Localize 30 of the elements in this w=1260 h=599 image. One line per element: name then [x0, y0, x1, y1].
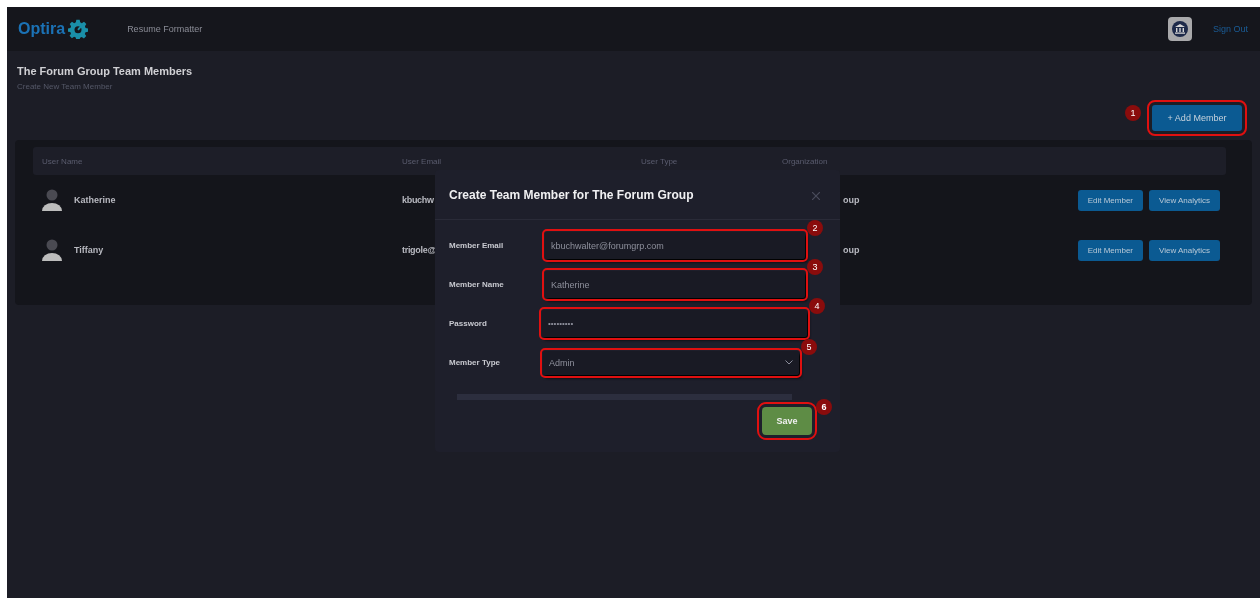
gear-icon	[67, 19, 90, 39]
action-button[interactable]: View Analytics	[1149, 239, 1220, 261]
field-label: Member Type	[449, 358, 501, 367]
action-button[interactable]: Edit Member	[1077, 239, 1143, 261]
action-button[interactable]: Edit Member	[1077, 189, 1143, 211]
account-icon[interactable]	[1167, 17, 1192, 41]
callout-number: 6	[816, 399, 832, 415]
table-cell: kbuchw	[402, 195, 434, 205]
user-avatar-icon	[42, 239, 62, 261]
user-avatar-icon	[42, 189, 62, 211]
column-header: Organization	[782, 156, 828, 166]
callout-number: 2	[807, 220, 823, 236]
table-cell: oup	[843, 245, 860, 255]
dialog-title: Create Team Member for The Forum Group	[449, 187, 694, 202]
page-title: The Forum Group Team Members	[16, 64, 194, 77]
field-label: Password	[449, 319, 488, 328]
table-cell: Tiffany	[74, 245, 104, 255]
callout-number: 4	[809, 298, 825, 314]
callout-number: 3	[807, 259, 823, 275]
field-label: Member Email	[449, 241, 505, 250]
table-cell: Katherine	[74, 195, 116, 205]
field-label: Member Name	[449, 280, 505, 289]
nav-link[interactable]: Resume Formatter	[127, 24, 203, 34]
table-cell: oup	[843, 195, 860, 205]
brand-name[interactable]: Optira	[18, 20, 66, 38]
callout-number: 1	[1125, 105, 1141, 121]
action-button[interactable]: View Analytics	[1149, 189, 1220, 211]
callout-number: 5	[801, 338, 817, 355]
table-cell: trigole@	[402, 245, 436, 255]
chevron-down-icon	[785, 360, 793, 365]
